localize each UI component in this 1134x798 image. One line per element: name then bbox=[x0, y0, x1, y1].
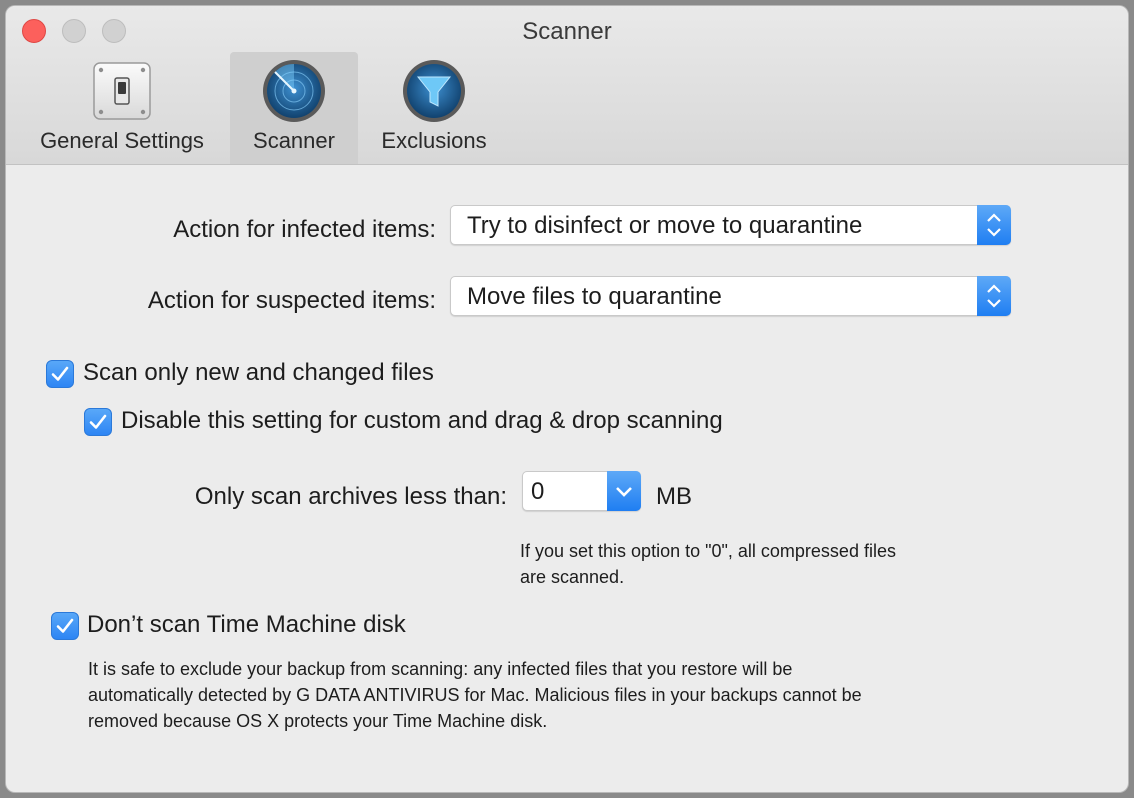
stepper-arrows-icon bbox=[977, 276, 1011, 316]
tab-scanner[interactable]: Scanner bbox=[230, 52, 358, 164]
infected-items-label: Action for infected items: bbox=[173, 216, 436, 243]
disable-custom-checkbox[interactable] bbox=[84, 408, 112, 436]
archive-hint-line1: If you set this option to "0", all compr… bbox=[520, 541, 896, 561]
time-machine-desc-line3: removed because OS X protects your Time … bbox=[88, 711, 548, 731]
titlebar: Scanner General Settings Scanner Exclusi… bbox=[6, 6, 1128, 165]
archive-size-label: Only scan archives less than: bbox=[194, 483, 507, 510]
archive-size-combo[interactable]: 0 bbox=[522, 471, 641, 511]
scan-new-label[interactable]: Scan only new and changed files bbox=[83, 359, 434, 387]
infected-action-value: Try to disinfect or move to quarantine bbox=[467, 212, 863, 239]
switch-icon bbox=[93, 62, 151, 120]
archive-hint-line2: are scanned. bbox=[520, 567, 625, 587]
tab-general-settings[interactable]: General Settings bbox=[26, 52, 218, 164]
archive-size-unit: MB bbox=[656, 483, 692, 510]
suspected-action-value: Move files to quarantine bbox=[467, 283, 722, 310]
suspected-action-select[interactable]: Move files to quarantine bbox=[450, 276, 1011, 316]
checkmark-icon bbox=[56, 618, 74, 633]
time-machine-checkbox[interactable] bbox=[51, 612, 79, 640]
checkmark-icon bbox=[89, 414, 107, 429]
tab-exclusions[interactable]: Exclusions bbox=[370, 52, 498, 164]
tab-label: General Settings bbox=[40, 128, 204, 153]
tab-label: Scanner bbox=[253, 128, 335, 153]
window-title: Scanner bbox=[522, 18, 612, 45]
radar-icon bbox=[263, 60, 325, 122]
scanner-settings-panel: Action for infected items: Try to disinf… bbox=[6, 165, 1128, 792]
archive-size-value: 0 bbox=[531, 478, 545, 505]
time-machine-desc-line1: It is safe to exclude your backup from s… bbox=[88, 659, 793, 679]
checkmark-icon bbox=[51, 366, 69, 381]
preferences-window: Scanner General Settings Scanner Exclusi… bbox=[6, 6, 1128, 792]
disable-custom-label[interactable]: Disable this setting for custom and drag… bbox=[121, 407, 723, 435]
chevron-down-icon[interactable] bbox=[607, 471, 641, 511]
scan-new-checkbox[interactable] bbox=[46, 360, 74, 388]
stepper-arrows-icon bbox=[977, 205, 1011, 245]
time-machine-label[interactable]: Don’t scan Time Machine disk bbox=[87, 611, 406, 639]
time-machine-desc-line2: automatically detected by G DATA ANTIVIR… bbox=[88, 685, 862, 705]
infected-action-select[interactable]: Try to disinfect or move to quarantine bbox=[450, 205, 1011, 245]
tab-label: Exclusions bbox=[381, 128, 487, 153]
funnel-icon bbox=[403, 60, 465, 122]
suspected-items-label: Action for suspected items: bbox=[147, 287, 436, 314]
